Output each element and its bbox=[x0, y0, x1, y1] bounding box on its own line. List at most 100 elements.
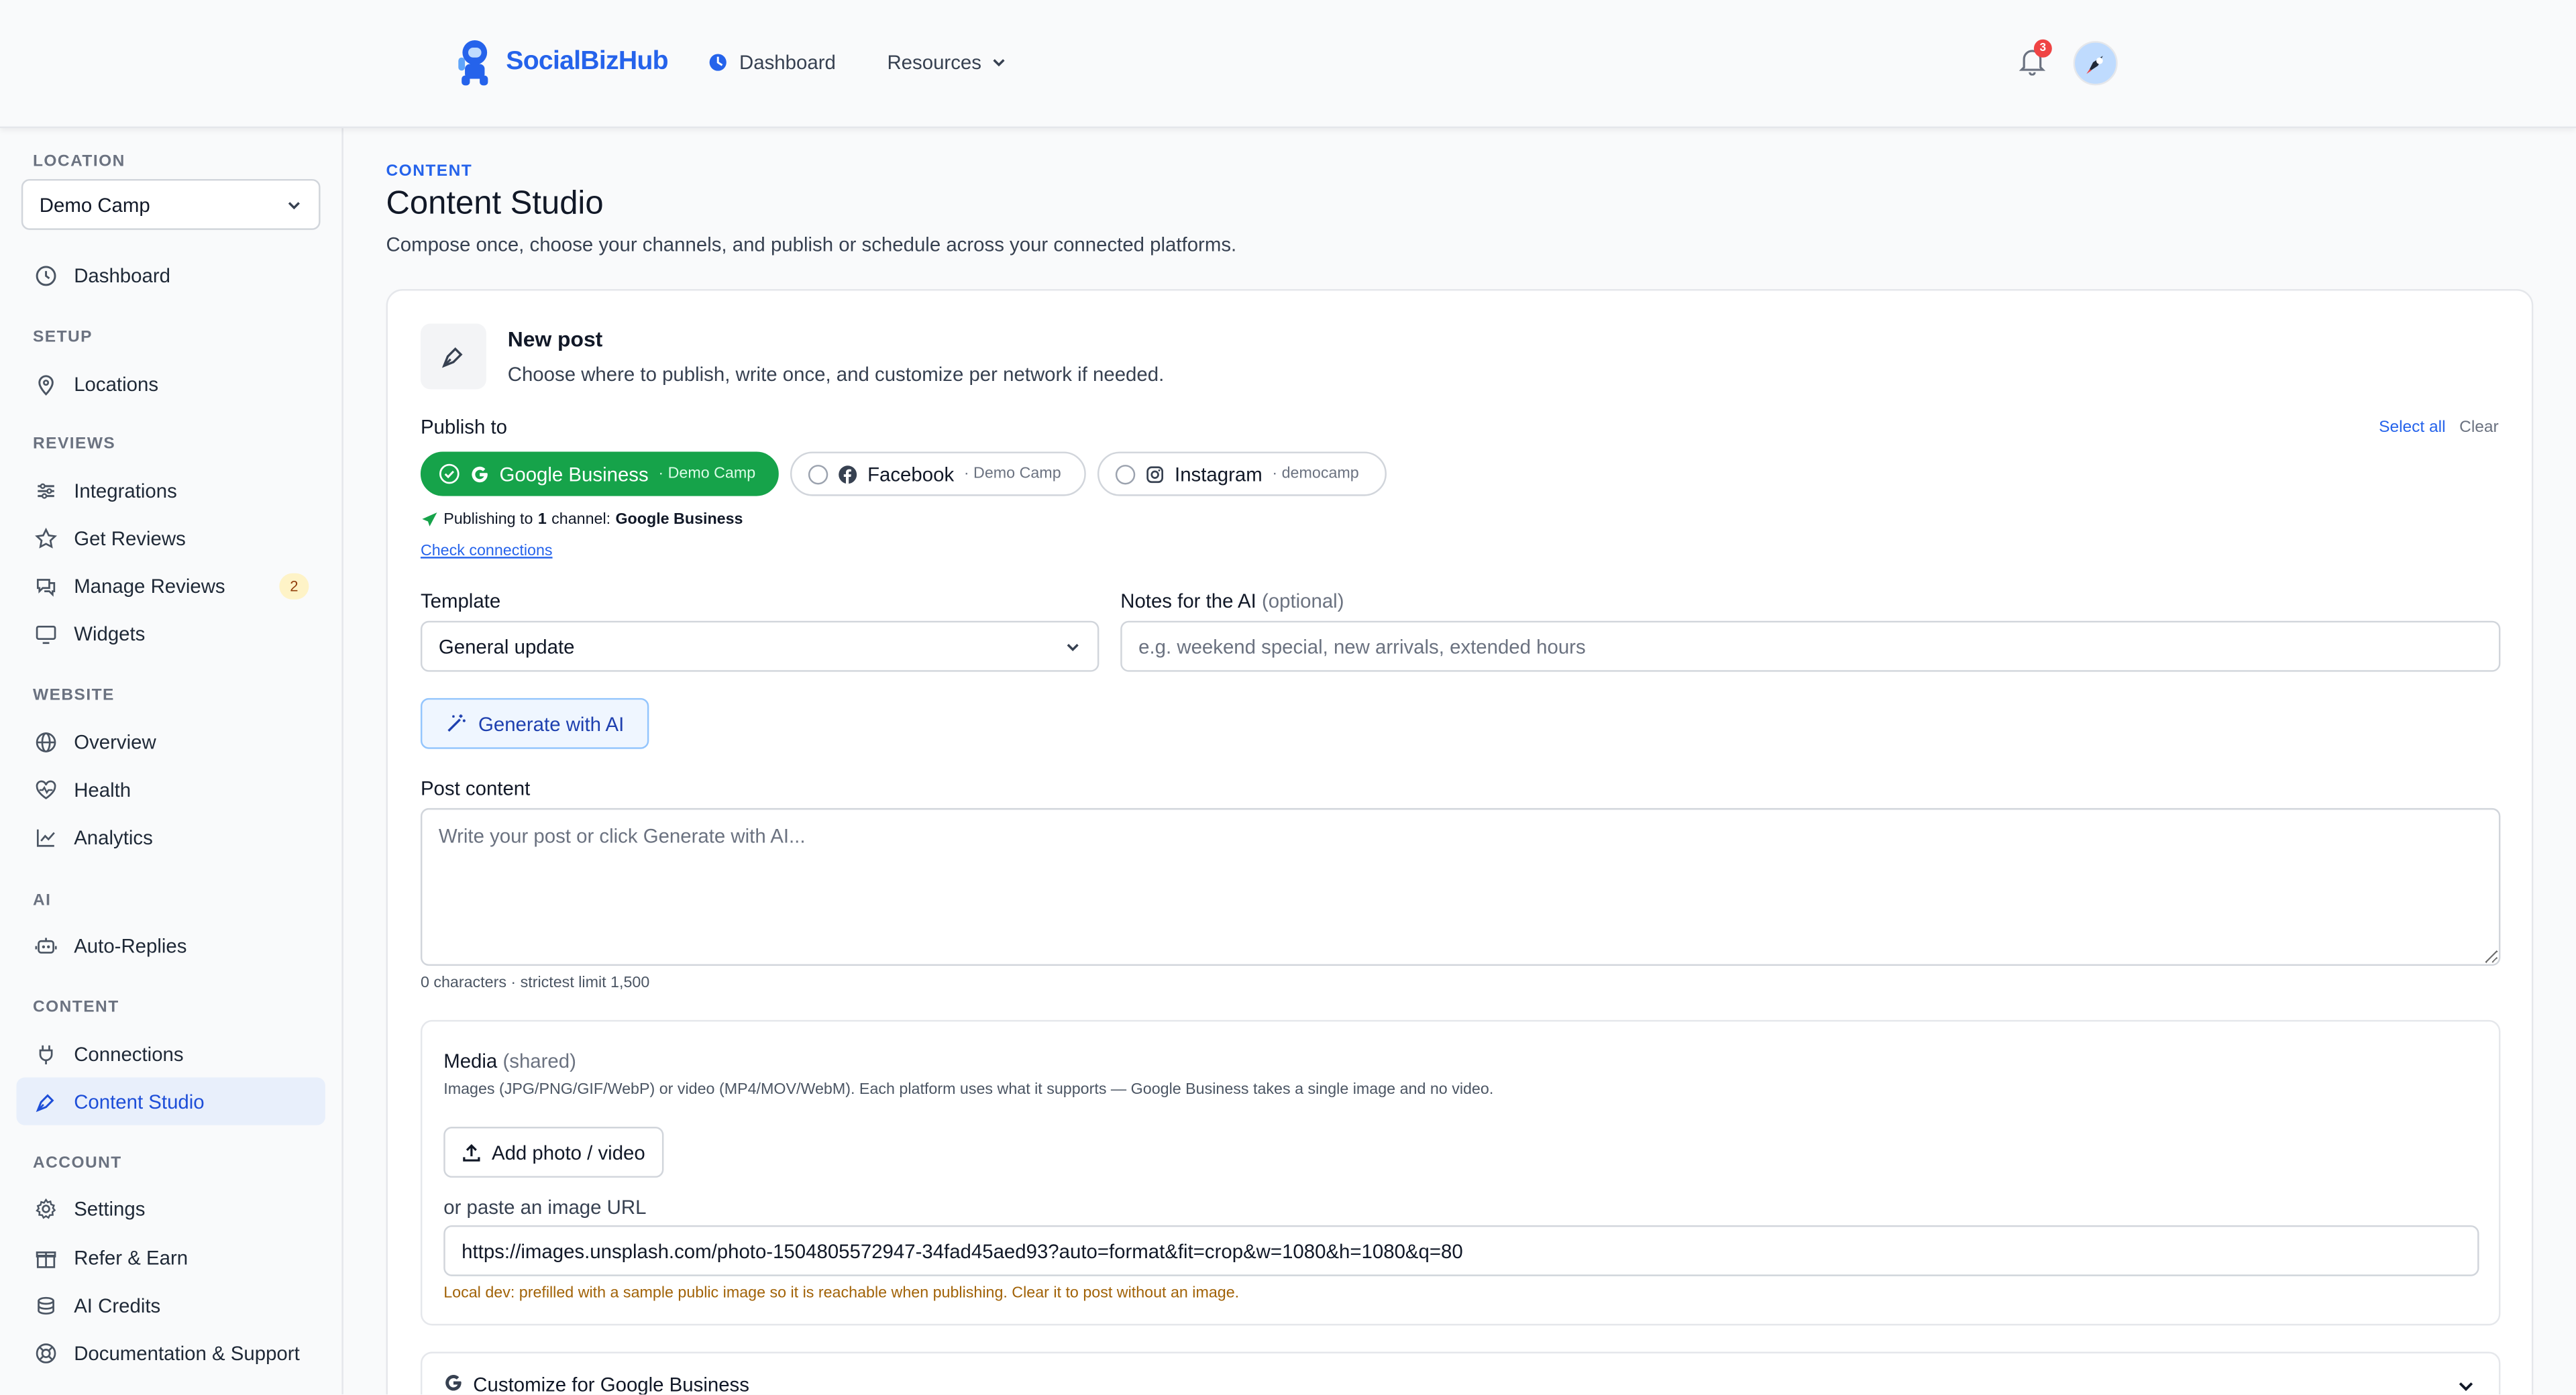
sidebar-item-manage-reviews[interactable]: Manage Reviews 2 bbox=[16, 562, 325, 610]
sidebar-item-overview[interactable]: Overview bbox=[16, 718, 325, 765]
notes-input[interactable] bbox=[1120, 620, 2501, 672]
sidebar-section-location: LOCATION bbox=[32, 152, 125, 171]
sidebar-item-label: Widgets bbox=[74, 621, 146, 645]
sidebar: LOCATION Demo Camp Dashboard SETUP Locat… bbox=[0, 128, 343, 1395]
nav-resources[interactable]: Resources bbox=[887, 51, 1008, 74]
nav-dashboard[interactable]: Dashboard bbox=[706, 51, 836, 74]
sidebar-item-label: AI Credits bbox=[74, 1293, 161, 1317]
local-dev-note: Local dev: prefilled with a sample publi… bbox=[443, 1284, 1240, 1303]
chat-bubbles-icon bbox=[36, 577, 56, 596]
sidebar-item-widgets[interactable]: Widgets bbox=[16, 610, 325, 657]
check-circle-icon bbox=[439, 463, 460, 484]
chevron-down-icon bbox=[288, 201, 300, 209]
google-icon bbox=[445, 1375, 462, 1391]
new-post-subtitle: Choose where to publish, write once, and… bbox=[507, 363, 1165, 386]
sidebar-item-label: Dashboard bbox=[74, 264, 171, 287]
select-all-link[interactable]: Select all bbox=[2379, 418, 2445, 437]
generate-with-ai-button[interactable]: Generate with AI bbox=[420, 698, 649, 749]
main-content: CONTENT Content Studio Compose once, cho… bbox=[343, 128, 2576, 1395]
radio-empty-icon bbox=[1115, 463, 1136, 484]
channel-chip-facebook[interactable]: Facebook · Demo Camp bbox=[790, 451, 1086, 496]
sidebar-item-dashboard[interactable]: Dashboard bbox=[16, 252, 325, 299]
nav-dashboard-label: Dashboard bbox=[739, 50, 836, 74]
globe-icon bbox=[36, 731, 56, 752]
sidebar-item-label: Documentation & Support bbox=[74, 1341, 300, 1364]
publishing-summary: Publishing to 1 channel: Google Business bbox=[421, 511, 743, 529]
top-bar: SocialBizHub Dashboard Resources 3 bbox=[0, 0, 2576, 129]
sidebar-item-integrations[interactable]: Integrations bbox=[16, 467, 325, 514]
publishing-prefix: Publishing to bbox=[443, 510, 533, 529]
chevron-down-icon bbox=[1067, 643, 1079, 651]
sliders-icon bbox=[38, 482, 54, 498]
template-select[interactable]: General update bbox=[420, 620, 1099, 672]
generate-with-ai-label: Generate with AI bbox=[478, 712, 625, 735]
template-select-value: General update bbox=[438, 634, 575, 658]
customize-label: Customize for Google Business bbox=[473, 1373, 749, 1395]
post-content-textarea[interactable] bbox=[420, 807, 2501, 966]
instagram-icon bbox=[1146, 465, 1164, 482]
sidebar-section-website: WEBSITE bbox=[32, 686, 115, 705]
monitor-icon bbox=[36, 624, 56, 643]
gear-icon bbox=[36, 1197, 56, 1219]
media-title-text: Media bbox=[443, 1049, 498, 1073]
add-photo-video-label: Add photo / video bbox=[491, 1140, 645, 1164]
add-photo-video-button[interactable]: Add photo / video bbox=[443, 1127, 664, 1178]
sidebar-item-refer-earn[interactable]: Refer & Earn bbox=[16, 1233, 325, 1281]
star-icon bbox=[35, 526, 58, 548]
page-subtitle: Compose once, choose your channels, and … bbox=[386, 233, 1237, 257]
plug-icon bbox=[39, 1044, 53, 1064]
sidebar-item-label: Connections bbox=[74, 1042, 184, 1066]
sidebar-item-ai-credits[interactable]: AI Credits bbox=[16, 1281, 325, 1329]
media-panel: Media (shared) Images (JPG/PNG/GIF/WebP)… bbox=[420, 1019, 2501, 1326]
location-select[interactable]: Demo Camp bbox=[21, 178, 321, 230]
channel-name: Google Business bbox=[499, 462, 649, 486]
manage-reviews-badge: 2 bbox=[279, 573, 309, 600]
sidebar-section-account: ACCOUNT bbox=[32, 1154, 122, 1173]
astronaut-logo-icon bbox=[458, 40, 488, 86]
sidebar-item-label: Integrations bbox=[74, 478, 177, 502]
pen-nib-icon bbox=[36, 1093, 54, 1111]
post-content-label: Post content bbox=[420, 777, 531, 800]
upload-icon bbox=[463, 1143, 481, 1161]
rocket-avatar-icon bbox=[2086, 55, 2102, 73]
notifications-button[interactable]: 3 bbox=[2017, 39, 2052, 84]
sidebar-item-docs-support[interactable]: Documentation & Support bbox=[16, 1329, 325, 1376]
new-post-title: New post bbox=[507, 327, 603, 352]
channel-name: Instagram bbox=[1175, 462, 1263, 486]
pen-nib-icon bbox=[441, 347, 463, 368]
line-chart-icon bbox=[36, 828, 55, 846]
paste-url-label: or paste an image URL bbox=[443, 1195, 647, 1219]
channel-chip-google-business[interactable]: Google Business · Demo Camp bbox=[420, 451, 779, 496]
new-post-icon-box bbox=[420, 323, 486, 390]
user-avatar[interactable] bbox=[2073, 41, 2118, 86]
chevron-down-icon bbox=[994, 59, 1006, 67]
sidebar-section-ai: AI bbox=[32, 891, 52, 910]
sidebar-item-health[interactable]: Health bbox=[16, 765, 325, 813]
send-icon bbox=[422, 512, 437, 526]
page-eyebrow: CONTENT bbox=[386, 162, 473, 181]
sidebar-item-analytics[interactable]: Analytics bbox=[16, 813, 325, 860]
brand-logo[interactable]: SocialBizHub bbox=[453, 38, 669, 87]
sidebar-item-settings[interactable]: Settings bbox=[16, 1184, 325, 1232]
radio-empty-icon bbox=[808, 463, 828, 484]
channel-chip-instagram[interactable]: Instagram · democamp bbox=[1097, 451, 1387, 496]
clear-link[interactable]: Clear bbox=[2459, 418, 2499, 437]
facebook-icon bbox=[839, 465, 857, 484]
notification-badge: 3 bbox=[2033, 39, 2052, 58]
sidebar-item-get-reviews[interactable]: Get Reviews bbox=[16, 514, 325, 562]
gift-icon bbox=[36, 1250, 56, 1268]
customize-google-business-accordion[interactable]: Customize for Google Business bbox=[420, 1351, 2501, 1395]
sidebar-item-locations[interactable]: Locations bbox=[16, 359, 325, 407]
chevron-down-icon bbox=[2459, 1382, 2473, 1392]
magic-wand-icon bbox=[447, 714, 466, 732]
notes-label: Notes for the AI (optional) bbox=[1120, 590, 1344, 612]
sidebar-item-content-studio[interactable]: Content Studio bbox=[16, 1077, 325, 1125]
sidebar-item-label: Settings bbox=[74, 1196, 146, 1220]
sidebar-item-connections[interactable]: Connections bbox=[16, 1030, 325, 1078]
image-url-input[interactable] bbox=[443, 1225, 2479, 1276]
character-counter: 0 characters · strictest limit 1,500 bbox=[420, 974, 650, 993]
channel-account: · Demo Camp bbox=[658, 465, 756, 484]
check-connections-link[interactable]: Check connections bbox=[421, 542, 553, 560]
sidebar-item-auto-replies[interactable]: Auto-Replies bbox=[16, 922, 325, 969]
channel-account: · Demo Camp bbox=[963, 465, 1061, 484]
